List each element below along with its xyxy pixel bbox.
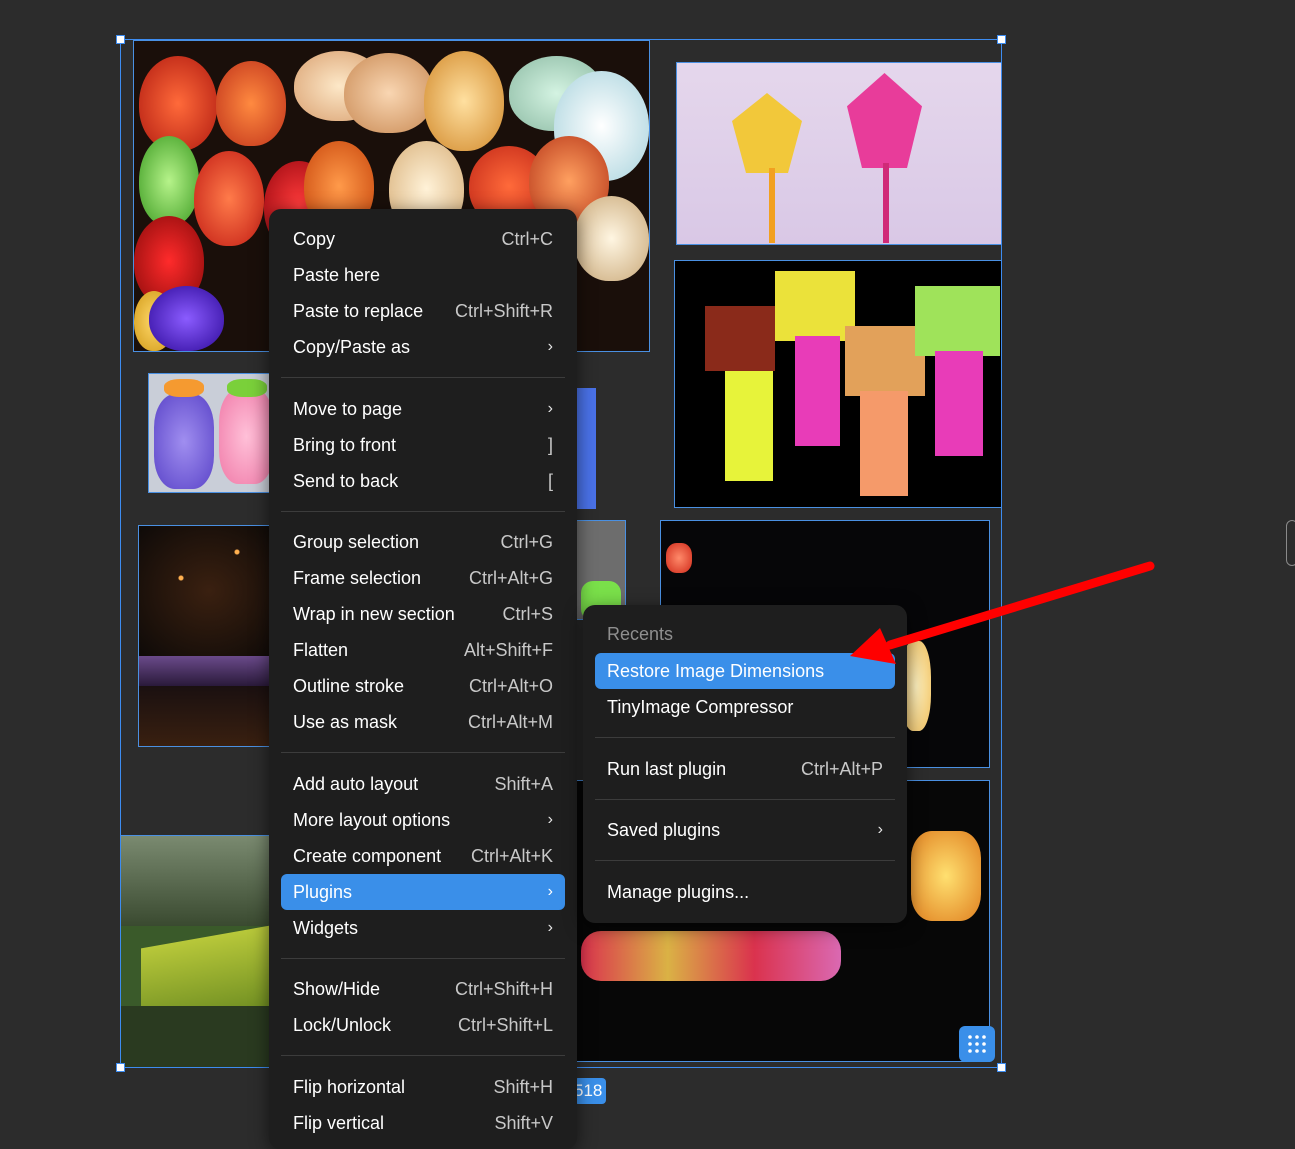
red-arrow-icon — [850, 561, 1155, 664]
